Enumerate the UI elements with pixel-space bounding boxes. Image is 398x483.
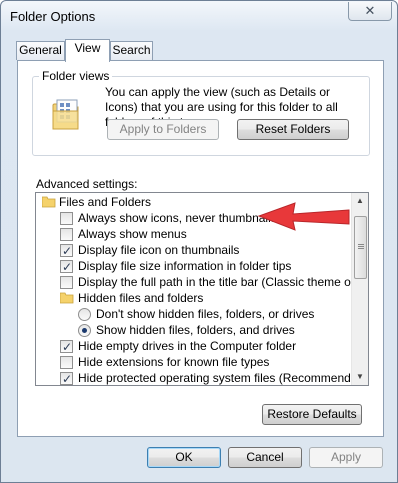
close-button[interactable]: ✕	[348, 2, 392, 21]
folder-icon	[60, 292, 74, 304]
restore-defaults-button[interactable]: Restore Defaults	[262, 404, 362, 425]
annotation-arrow-icon	[257, 202, 350, 231]
apply-to-folders-button[interactable]: Apply to Folders	[107, 119, 219, 140]
ok-button[interactable]: OK	[147, 447, 221, 468]
checkbox-checked[interactable]	[60, 370, 73, 385]
tab-general-label: General	[19, 43, 62, 57]
scroll-up-icon[interactable]: ▲	[352, 193, 368, 209]
title-bar: Folder Options ✕	[1, 1, 397, 31]
thumb-grip	[358, 248, 364, 249]
folder-views-label: Folder views	[39, 69, 113, 83]
folder-views-group: Folder views You can apply the view (suc…	[32, 69, 370, 156]
setting-label: Hide protected operating system files (R…	[78, 371, 369, 385]
advanced-settings-label: Advanced settings:	[36, 177, 138, 191]
radio-button-selected[interactable]	[78, 324, 91, 337]
tab-strip: General View Search	[16, 39, 386, 62]
thumb-grip	[358, 246, 364, 247]
tab-search[interactable]: Search	[110, 41, 153, 60]
folder-options-window: Folder Options ✕ General View Search Fol…	[0, 0, 398, 483]
checkbox-checked[interactable]	[60, 242, 73, 260]
folder-views-icon	[52, 99, 79, 130]
close-icon: ✕	[364, 3, 376, 18]
checkbox[interactable]	[60, 228, 73, 241]
apply-button[interactable]: Apply	[309, 447, 383, 468]
window-title: Folder Options	[10, 9, 96, 24]
scroll-down-icon[interactable]: ▼	[352, 369, 368, 385]
checkbox[interactable]	[60, 276, 73, 289]
tab-general[interactable]: General	[16, 41, 65, 60]
checkbox-checked[interactable]	[60, 338, 73, 356]
checkbox-checked[interactable]	[60, 258, 73, 276]
radio-button[interactable]	[78, 308, 91, 321]
cancel-button[interactable]: Cancel	[228, 447, 302, 468]
thumb-grip	[358, 244, 364, 245]
reset-folders-button[interactable]: Reset Folders	[237, 119, 349, 140]
setting-hide-protected-files[interactable]: Hide protected operating system files (R…	[36, 369, 368, 385]
vertical-scrollbar[interactable]: ▲ ▼	[351, 193, 368, 385]
checkbox[interactable]	[60, 212, 73, 225]
scrollbar-thumb[interactable]	[354, 216, 367, 279]
tab-view[interactable]: View	[65, 39, 110, 62]
view-tab-panel: Folder views You can apply the view (suc…	[17, 60, 384, 437]
tab-view-label: View	[74, 41, 101, 55]
folder-icon	[42, 196, 56, 208]
tab-search-label: Search	[112, 43, 151, 57]
checkbox[interactable]	[60, 356, 73, 369]
